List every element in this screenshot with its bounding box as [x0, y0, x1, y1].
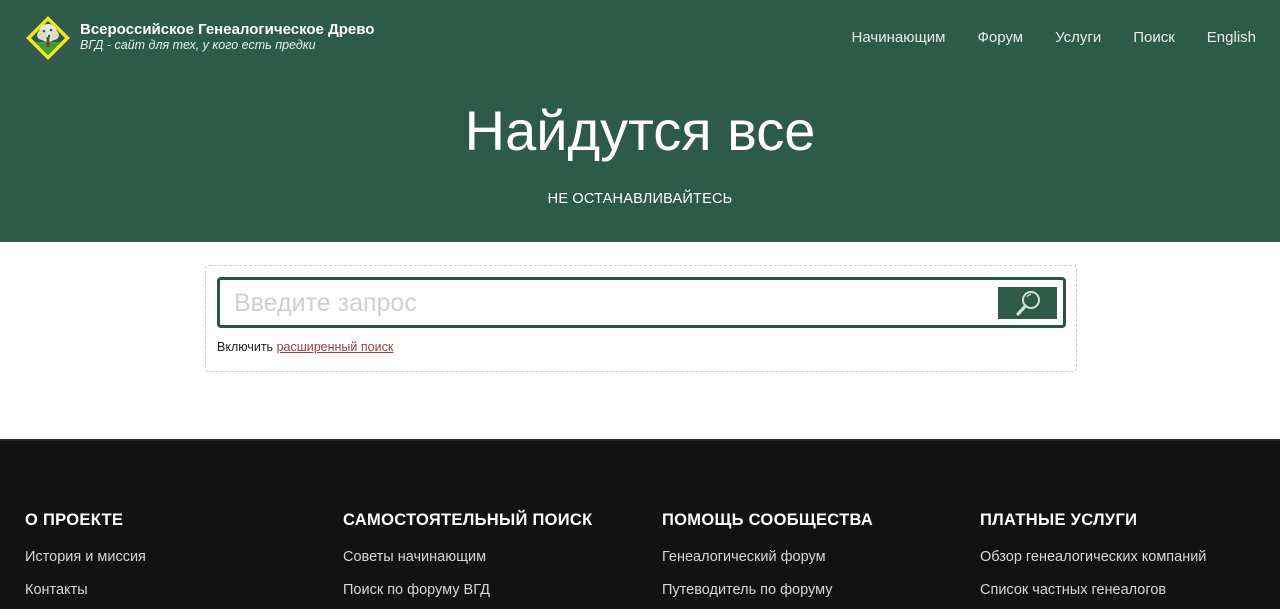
- footer-heading: ПЛАТНЫЕ УСЛУГИ: [980, 511, 1138, 529]
- footer: О ПРОЕКТЕ История и миссия Контакты САМО…: [0, 439, 1280, 609]
- footer-link[interactable]: Советы начинающим: [343, 549, 593, 565]
- nav-search[interactable]: Поиск: [1133, 29, 1175, 46]
- search-button[interactable]: [998, 287, 1057, 319]
- footer-link[interactable]: Контакты: [25, 582, 146, 598]
- footer-column-community: ПОМОЩЬ СООБЩЕСТВА Генеалогический форум …: [662, 511, 873, 615]
- search-box: [217, 277, 1066, 328]
- nav-english[interactable]: English: [1207, 29, 1256, 46]
- footer-heading: ПОМОЩЬ СООБЩЕСТВА: [662, 511, 874, 529]
- nav-services[interactable]: Услуги: [1055, 29, 1101, 46]
- footer-link[interactable]: История и миссия: [25, 549, 146, 565]
- advanced-search-line: Включить расширенный поиск: [217, 340, 393, 354]
- advanced-search-link[interactable]: расширенный поиск: [277, 340, 394, 354]
- hero-title: Найдутся все: [464, 99, 816, 162]
- tree-logo-icon: [26, 16, 70, 60]
- hero-header: Всероссийское Генеалогическое Древо ВГД …: [0, 0, 1280, 242]
- site-tagline: ВГД - сайт для тех, у кого есть предки: [80, 38, 316, 52]
- footer-column-about: О ПРОЕКТЕ История и миссия Контакты: [25, 511, 146, 615]
- advanced-search-prefix: Включить: [217, 340, 274, 354]
- footer-link[interactable]: Генеалогический форум: [662, 549, 873, 565]
- footer-link[interactable]: Поиск по форуму ВГД: [343, 582, 593, 598]
- footer-column-self-search: САМОСТОЯТЕЛЬНЫЙ ПОИСК Советы начинающим …: [343, 511, 593, 615]
- footer-heading: САМОСТОЯТЕЛЬНЫЙ ПОИСК: [343, 511, 593, 529]
- search-input[interactable]: [234, 284, 994, 322]
- search-panel: Включить расширенный поиск: [205, 265, 1077, 372]
- footer-link[interactable]: Обзор генеалогических компаний: [980, 549, 1206, 565]
- search-icon: [1015, 291, 1040, 316]
- nav-forum[interactable]: Форум: [978, 29, 1024, 46]
- footer-heading: О ПРОЕКТЕ: [25, 511, 124, 529]
- footer-link[interactable]: Список частных генеалогов: [980, 582, 1206, 598]
- footer-column-paid-services: ПЛАТНЫЕ УСЛУГИ Обзор генеалогических ком…: [980, 511, 1206, 615]
- footer-link[interactable]: Путеводитель по форуму: [662, 582, 873, 598]
- hero-subtitle: НЕ ОСТАНАВЛИВАЙТЕСЬ: [547, 191, 733, 207]
- nav-beginners[interactable]: Начинающим: [852, 29, 946, 46]
- site-title: Всероссийское Генеалогическое Древо: [80, 21, 375, 38]
- top-nav: Начинающим Форум Услуги Поиск English: [820, 29, 1256, 46]
